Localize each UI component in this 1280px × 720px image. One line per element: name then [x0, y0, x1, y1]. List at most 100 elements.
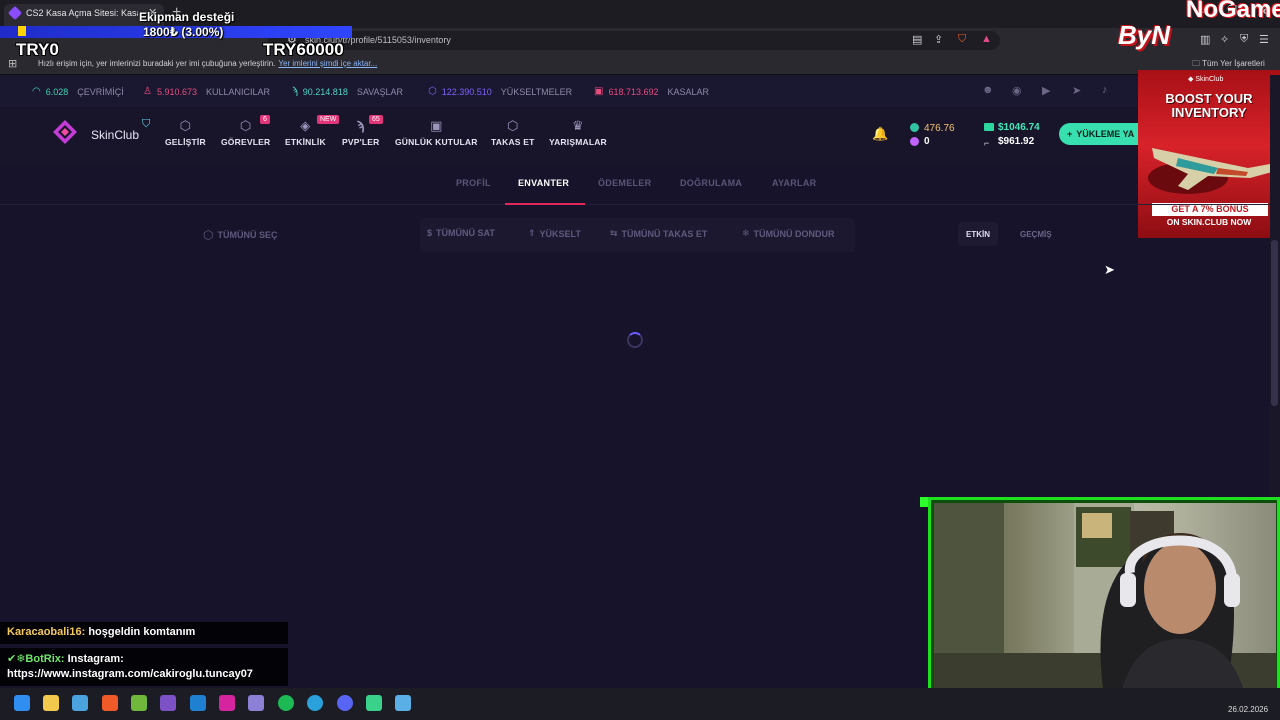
gift-box-icon: ▣: [430, 118, 443, 133]
plus-icon: +: [1067, 129, 1073, 139]
event-new-badge: NEW: [317, 115, 340, 124]
mouse-cursor-icon: ➤: [1104, 262, 1115, 277]
inventory-value: $961.92: [998, 136, 1035, 147]
brave-rewards-icon[interactable]: ▲: [981, 33, 992, 45]
coin-balance: 476.76: [924, 123, 955, 134]
menu-icon[interactable]: ☰: [1259, 33, 1269, 46]
support-goal-title: Ekipman desteği: [139, 10, 235, 24]
trade-all-button[interactable]: ⇆ TÜMÜNÜ TAKAS ET: [610, 228, 707, 239]
freeze-all-button[interactable]: ❄ TÜMÜNÜ DONDUR: [742, 228, 835, 239]
reader-mode-icon[interactable]: ▤: [912, 33, 922, 46]
notepad-icon[interactable]: [395, 695, 411, 711]
instagram-icon[interactable]: [219, 695, 235, 711]
monitor-app-icon[interactable]: [72, 695, 88, 711]
event-nav-icon: ◈: [300, 118, 311, 133]
stream-logo: ByN: [1118, 20, 1171, 50]
telegram-taskbar-icon[interactable]: [307, 695, 323, 711]
site-logo-text[interactable]: SkinClub: [91, 128, 139, 142]
extensions-icon[interactable]: ✧: [1220, 33, 1229, 46]
visual-studio-icon[interactable]: [160, 695, 176, 711]
signal-icon: ◠: [32, 86, 41, 97]
stat-cases: ▣ 618.713.692 KASALAR: [594, 86, 710, 97]
missions-badge: 6: [260, 115, 270, 124]
upgrade-nav-icon: ⬡: [179, 118, 192, 133]
filter-active-label[interactable]: ETKİN: [966, 230, 990, 239]
missions-nav-icon: ⬡: [239, 118, 252, 133]
coin-icon: [910, 123, 919, 132]
gem-balance: 0: [924, 136, 930, 147]
nav-upgrade[interactable]: ⬡ GELİŞTİR: [165, 118, 206, 147]
spotify-icon[interactable]: [278, 695, 294, 711]
support-goal-amount: 1800₺ (3.00%): [143, 25, 224, 39]
loading-spinner-icon: [627, 332, 643, 348]
support-goal-min: TRY0: [16, 40, 59, 59]
streaming-app-icon[interactable]: [366, 695, 382, 711]
ad-cta: ON SKIN.CLUB NOW: [1166, 217, 1252, 227]
brave-shield-icon[interactable]: ⛉: [958, 33, 966, 46]
tab-profile[interactable]: PROFİL: [456, 178, 491, 188]
tab-settings[interactable]: AYARLAR: [772, 178, 816, 188]
select-all-button[interactable]: ⬡ TÜMÜNÜ SEÇ: [203, 228, 277, 242]
support-goal-max: TRY60000: [263, 40, 344, 59]
ad-logo: ◆ SkinClub: [1188, 76, 1224, 83]
tab-verification[interactable]: DOĞRULAMA: [680, 178, 742, 188]
notification-bell-icon[interactable]: 🔔: [872, 126, 888, 142]
webcam-feed: [934, 503, 1276, 697]
gem-icon: [910, 137, 919, 146]
stat-users: ♙ 5.910.673 KULLANICILAR: [143, 86, 271, 97]
tab-title: CS2 Kasa Açma Sitesi: Kasa Açm: [26, 8, 138, 18]
ad-headline: BOOST YOUR INVENTORY: [1165, 91, 1253, 120]
deposit-button[interactable]: + YÜKLEME YA: [1059, 123, 1149, 145]
user-icon: ♙: [143, 86, 152, 97]
active-tab-indicator: [505, 203, 585, 205]
tab-inventory[interactable]: ENVANTER: [518, 178, 569, 188]
scroll-thumb[interactable]: [1271, 240, 1278, 406]
crown-icon: ♛: [572, 118, 584, 133]
support-goal-marker: [18, 26, 26, 36]
hexagon-icon: ⬡: [203, 228, 214, 242]
import-bookmarks-link[interactable]: Yer imlerini şimdi içe aktar...: [278, 59, 377, 68]
taskbar-date: 26.02.2026: [1228, 705, 1269, 714]
tab-payments[interactable]: ÖDEMELER: [598, 178, 651, 188]
balance: $1046.74: [998, 122, 1040, 133]
skinclub-logo-icon[interactable]: [52, 119, 78, 145]
pvp-count-badge: 65: [369, 115, 383, 124]
tiktok-icon[interactable]: ♪: [1102, 84, 1108, 96]
stream-logo-top: NoGame: [1186, 0, 1280, 23]
gun-icon: ⌐: [984, 138, 990, 148]
sell-all-button[interactable]: $ TÜMÜNÜ SAT: [427, 228, 495, 238]
vpn-icon[interactable]: ⛨: [1240, 33, 1248, 46]
sidebar-icon[interactable]: ▥: [1200, 33, 1210, 46]
stat-online: ◠ 6.028 ÇEVRİMİÇİ: [32, 86, 124, 97]
brave-browser-icon[interactable]: [102, 695, 118, 711]
nav-contests[interactable]: ♛ YARIŞMALAR: [549, 118, 607, 147]
nav-daily-cases[interactable]: ▣ GÜNLÜK KUTULAR: [395, 118, 478, 147]
verified-shield-icon: ⛉: [142, 118, 151, 130]
vscode-icon[interactable]: [190, 695, 206, 711]
community-icon[interactable]: ☻: [982, 84, 994, 96]
feather-app-icon[interactable]: [248, 695, 264, 711]
tabs-divider: [0, 204, 1270, 205]
nav-trade[interactable]: ⬡ TAKAS ET: [491, 118, 534, 147]
bookmark-hint: Hızlı erişim için, yer imlerinizi burada…: [38, 59, 378, 68]
file-explorer-icon[interactable]: [43, 695, 59, 711]
app-icon[interactable]: [131, 695, 147, 711]
dollar-icon: $: [427, 228, 433, 238]
upgrade-icon: ⬡: [428, 86, 437, 97]
snowflake-icon: ❄: [742, 228, 750, 238]
upgrade-button[interactable]: ⇑ YÜKSELT: [528, 228, 581, 239]
chat-message: Karacaobali16: hoşgeldin komtanım: [0, 622, 288, 644]
wallet-icon: [984, 123, 994, 131]
windows-start-icon[interactable]: [14, 695, 30, 711]
filter-history-tab[interactable]: GEÇMİŞ: [1020, 230, 1052, 239]
pvp-nav-icon: ϡ: [356, 118, 365, 133]
discord-icon[interactable]: ◉: [1012, 84, 1022, 97]
share-icon[interactable]: ⇪: [934, 33, 943, 46]
rifle-skin-icon: [1148, 148, 1272, 194]
youtube-icon[interactable]: ▶: [1042, 84, 1050, 97]
battle-icon: ϡ: [292, 86, 298, 97]
chat-message: ✔❄BotRix: Instagram: https://www.instagr…: [0, 648, 288, 686]
stat-upgrades: ⬡ 122.390.510 YÜKSELTMELER: [428, 86, 573, 97]
discord-taskbar-icon[interactable]: [337, 695, 353, 711]
telegram-icon[interactable]: ➤: [1072, 84, 1081, 97]
